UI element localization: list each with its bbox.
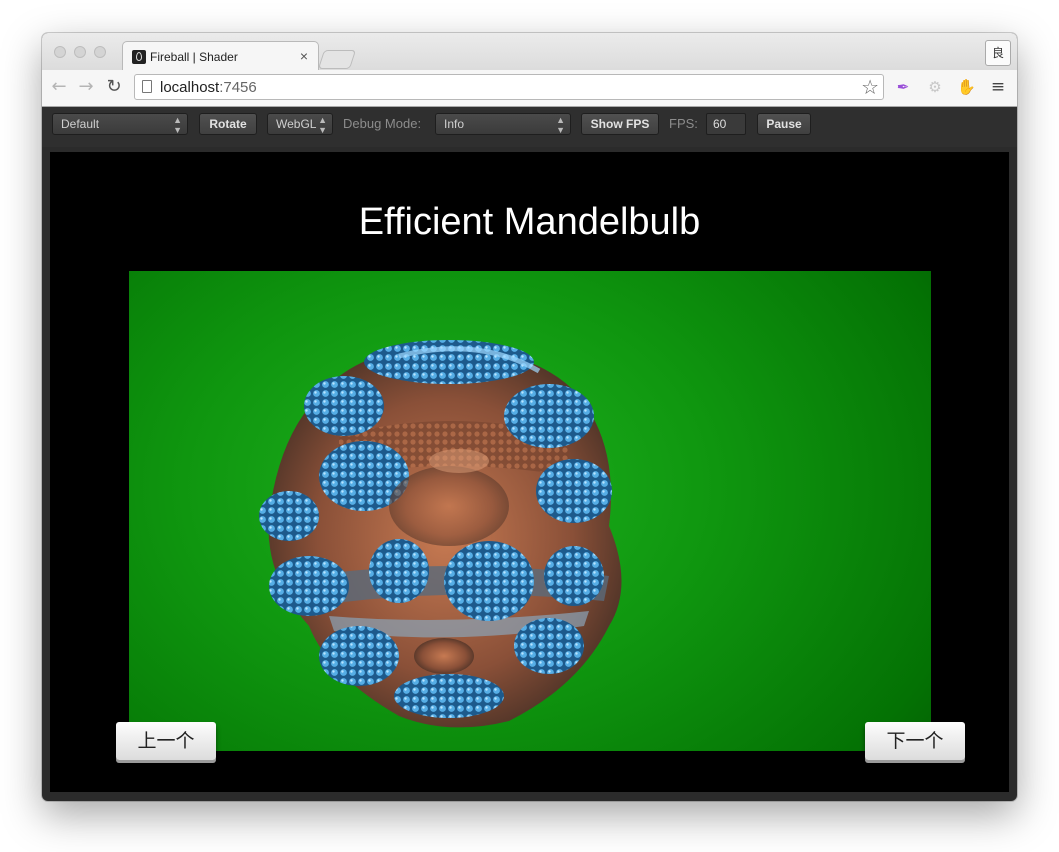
url-text[interactable]: localhost:7456: [160, 79, 257, 96]
fps-label: FPS:: [669, 116, 698, 131]
fireball-favicon-icon: [132, 50, 146, 64]
debug-mode-label: Debug Mode:: [343, 116, 422, 131]
profile-button[interactable]: 良: [985, 40, 1011, 66]
debug-mode-select[interactable]: Info ▲ ▼: [435, 113, 571, 135]
menu-icon[interactable]: ≡: [989, 78, 1007, 96]
renderer-select[interactable]: WebGL ▲ ▼: [267, 113, 333, 135]
forward-icon[interactable]: →: [75, 76, 97, 98]
show-fps-button[interactable]: Show FPS: [581, 113, 659, 135]
minimize-window-button[interactable]: [74, 46, 86, 58]
bookmark-star-icon[interactable]: ☆: [861, 75, 879, 99]
pause-button[interactable]: Pause: [757, 113, 811, 135]
feather-extension-icon[interactable]: ✒: [894, 78, 912, 96]
address-bar[interactable]: localhost:7456 ☆: [134, 74, 884, 100]
shader-canvas[interactable]: [129, 271, 931, 751]
evernote-extension-icon[interactable]: ✋: [957, 78, 976, 96]
next-button[interactable]: 下一个: [865, 722, 965, 760]
tab-strip: Fireball | Shader × 良: [42, 33, 1017, 72]
tab-active[interactable]: Fireball | Shader ×: [122, 41, 319, 72]
new-tab-button[interactable]: [317, 50, 357, 69]
tab-title: Fireball | Shader: [150, 50, 238, 64]
browser-window: Fireball | Shader × 良 ← → ↻ localhost:74…: [42, 33, 1017, 801]
preset-select[interactable]: Default ▲ ▼: [52, 113, 188, 135]
select-arrows-icon: ▲ ▼: [173, 115, 182, 135]
gear-extension-icon[interactable]: ⚙: [926, 78, 944, 96]
tab-close-icon[interactable]: ×: [300, 48, 308, 64]
select-arrows-icon: ▲ ▼: [556, 115, 565, 135]
browser-toolbar: ← → ↻ localhost:7456 ☆ ✒ ⚙ ✋ ≡: [42, 70, 1017, 107]
select-arrows-icon: ▲ ▼: [318, 115, 327, 135]
page-icon: [142, 80, 152, 93]
mandelbulb-render: [259, 340, 622, 728]
fps-input[interactable]: 60: [706, 113, 746, 135]
shader-stage: Efficient Mandelbulb 上一个 下一个: [50, 152, 1009, 792]
rotate-button[interactable]: Rotate: [199, 113, 257, 135]
close-window-button[interactable]: [54, 46, 66, 58]
reload-icon[interactable]: ↻: [103, 76, 125, 98]
previous-button[interactable]: 上一个: [116, 722, 216, 760]
back-icon[interactable]: ←: [48, 76, 70, 98]
shader-control-bar: Default ▲ ▼ Rotate WebGL ▲ ▼ Debug Mode: I…: [42, 107, 1017, 147]
zoom-window-button[interactable]: [94, 46, 106, 58]
page-title: Efficient Mandelbulb: [358, 201, 701, 243]
